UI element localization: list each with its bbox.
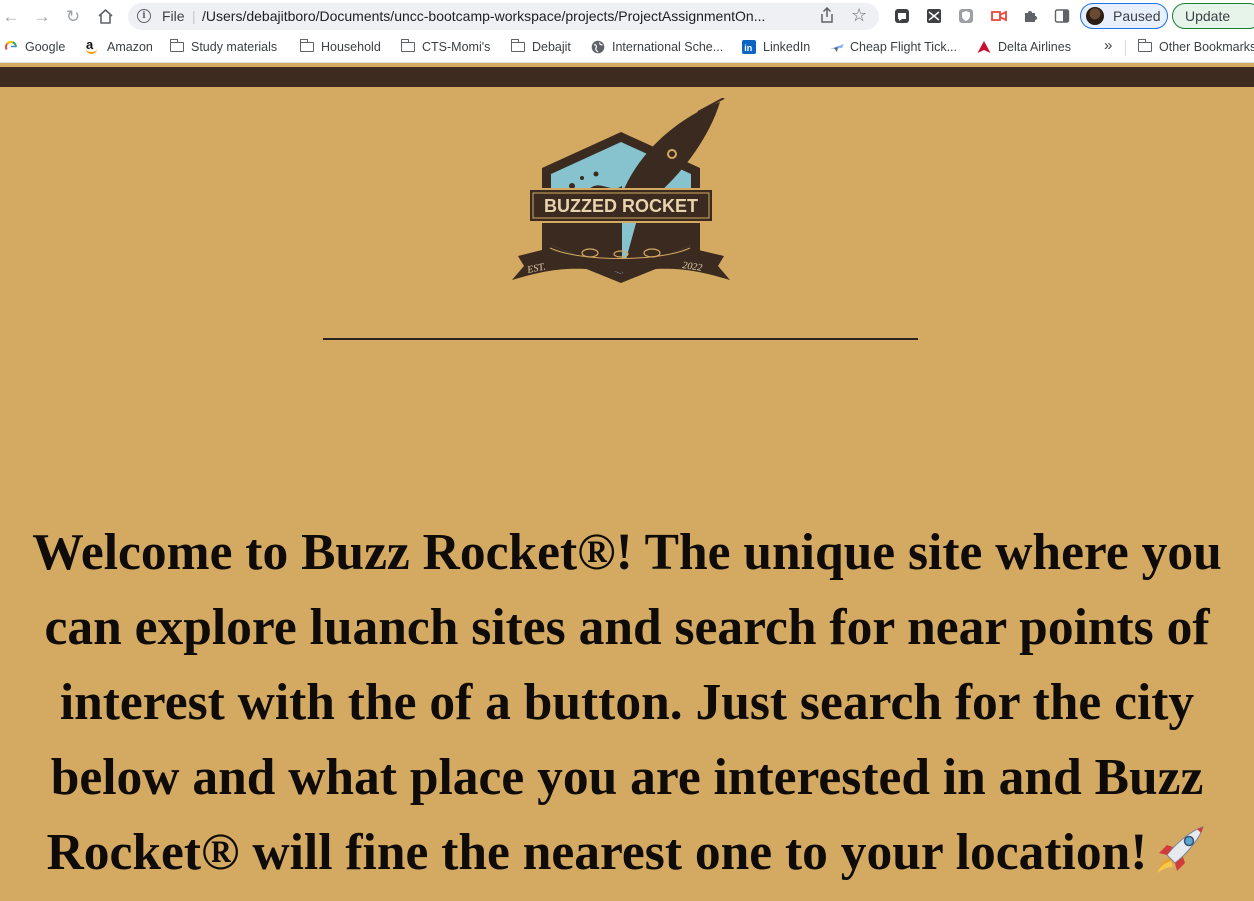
extensions-puzzle-icon[interactable] <box>1022 8 1038 24</box>
bookmark-label: Other Bookmarks <box>1159 40 1254 54</box>
browser-toolbar: ← → ↻ i File | /Users/debajitboro/Docume… <box>0 0 1254 34</box>
bookmark-label: International Sche... <box>612 40 724 54</box>
bookmark-label: Delta Airlines <box>998 40 1071 54</box>
welcome-text: Welcome to Buzz Rocket®! The unique site… <box>32 524 1222 881</box>
avatar <box>1086 7 1104 25</box>
buzzed-rocket-logo: BUZZED ROCKET EST. 2022 <box>512 98 730 283</box>
logo-brand-text: BUZZED ROCKET <box>544 196 698 216</box>
header-divider <box>323 338 918 340</box>
amazon-icon: a <box>86 37 100 54</box>
google-icon <box>4 40 18 54</box>
address-bar[interactable]: i File | /Users/debajitboro/Documents/un… <box>128 3 879 30</box>
forward-arrow-icon[interactable]: → <box>31 5 53 27</box>
profile-button[interactable]: Paused <box>1080 3 1168 29</box>
page-header-bar <box>0 67 1254 87</box>
back-arrow-icon[interactable]: ← <box>0 5 22 27</box>
folder-icon <box>169 39 184 52</box>
svg-text:in: in <box>744 43 752 53</box>
bookmark-label: Household <box>321 40 381 54</box>
folder-icon <box>299 39 314 52</box>
extension-video-icon[interactable] <box>990 8 1007 24</box>
folder-icon <box>400 39 415 52</box>
globe-icon <box>591 40 605 54</box>
side-panel-icon[interactable] <box>1054 8 1070 24</box>
folder-icon <box>1137 39 1152 52</box>
bookmarks-overflow-icon[interactable]: » <box>1104 37 1112 54</box>
linkedin-icon: in <box>742 40 756 54</box>
url-scheme-label: File <box>162 8 185 24</box>
bookmark-label: Amazon <box>107 40 153 54</box>
profile-status-label: Paused <box>1113 8 1161 24</box>
rocket-icon <box>1157 826 1205 873</box>
bookmark-label: LinkedIn <box>763 40 811 54</box>
home-icon[interactable] <box>94 5 116 27</box>
bookmarks-divider <box>1125 40 1126 56</box>
extension-shield-icon[interactable] <box>958 8 974 24</box>
update-button[interactable]: Update <box>1172 3 1254 29</box>
plane-icon <box>829 40 844 54</box>
welcome-heading: Welcome to Buzz Rocket®! The unique site… <box>0 515 1254 890</box>
share-icon[interactable] <box>820 6 834 28</box>
bookmark-star-icon[interactable]: ☆ <box>851 5 867 26</box>
bookmark-label: Cheap Flight Tick... <box>850 40 957 54</box>
update-button-label: Update <box>1185 8 1231 24</box>
extension-grammar-icon[interactable] <box>894 8 910 24</box>
url-text[interactable]: /Users/debajitboro/Documents/uncc-bootca… <box>202 8 765 24</box>
bookmarks-bar: Google a Amazon Study materials Househol… <box>0 33 1254 63</box>
logo-year-text: 2022 <box>682 260 703 274</box>
reload-icon[interactable]: ↻ <box>62 5 84 27</box>
bookmark-label: Study materials <box>191 40 278 54</box>
bookmark-label: CTS-Momi's <box>422 40 491 54</box>
bookmark-label: Google <box>25 40 66 54</box>
extension-mail-icon[interactable] <box>926 8 942 24</box>
info-icon[interactable]: i <box>137 9 151 23</box>
folder-icon <box>510 39 525 52</box>
delta-icon <box>977 40 991 54</box>
bookmark-label: Debajit <box>532 40 571 54</box>
url-separator: | <box>192 8 196 24</box>
